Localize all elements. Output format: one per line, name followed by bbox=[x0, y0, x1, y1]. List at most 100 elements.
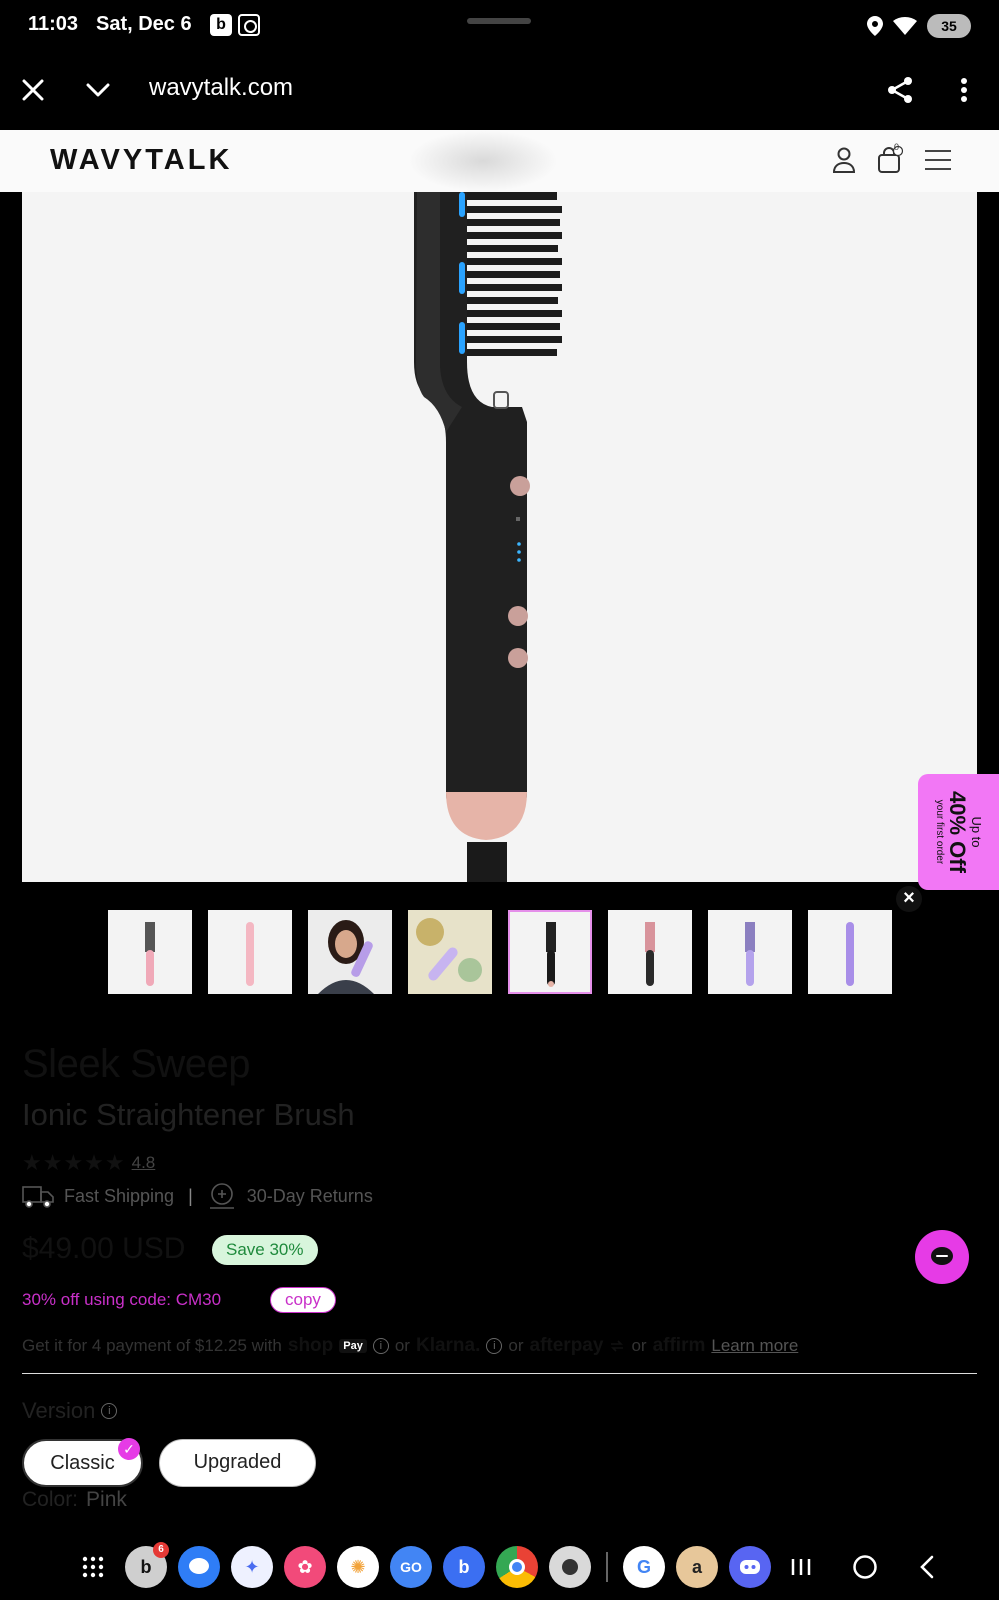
status-bar: 11:03 Sat, Dec 6 b 35 bbox=[0, 0, 999, 52]
url-text[interactable]: wavytalk.com bbox=[149, 74, 293, 102]
thumbnail-1[interactable] bbox=[108, 910, 192, 994]
version-option-upgraded[interactable]: Upgraded bbox=[159, 1439, 316, 1487]
product-main-image[interactable] bbox=[22, 192, 977, 882]
version-label-text: Version bbox=[22, 1398, 96, 1423]
booking-badge: 6 bbox=[153, 1542, 169, 1558]
color-value: Pink bbox=[86, 1488, 127, 1511]
purple-brush-thumb-icon bbox=[745, 922, 755, 986]
black-brush-thumb-icon bbox=[546, 922, 556, 987]
product-price: $49.00 USD bbox=[22, 1232, 186, 1265]
or-text-1: or bbox=[394, 1336, 410, 1355]
notch-indicator bbox=[467, 18, 531, 24]
chat-bubble-icon bbox=[931, 1247, 953, 1265]
cart-button[interactable]: 0 bbox=[874, 142, 906, 176]
benefits-separator: | bbox=[188, 1185, 193, 1206]
purple-brush-side-thumb-icon bbox=[846, 922, 854, 986]
wifi-icon bbox=[893, 17, 917, 35]
home-button[interactable] bbox=[844, 1546, 886, 1588]
promo-line-1: Up to bbox=[969, 816, 984, 848]
status-date: Sat, Dec 6 bbox=[96, 13, 192, 35]
thumbnail-2[interactable] bbox=[208, 910, 292, 994]
messages-app-icon[interactable] bbox=[178, 1546, 220, 1588]
discount-promo-tab[interactable]: Up to 40% Off your first order bbox=[918, 774, 999, 890]
google-app-icon[interactable]: G bbox=[623, 1546, 665, 1588]
gemini-app-icon[interactable]: ✦ bbox=[231, 1546, 273, 1588]
or-text-2: or bbox=[508, 1336, 524, 1355]
shop-pay-logo: shop bbox=[287, 1335, 334, 1356]
delivery-truck-icon bbox=[22, 1186, 54, 1208]
flower-app-icon[interactable]: ✿ bbox=[284, 1546, 326, 1588]
camera-app-icon[interactable] bbox=[549, 1546, 591, 1588]
returns-label: 30-Day Returns bbox=[246, 1185, 373, 1206]
thumbnail-7[interactable] bbox=[708, 910, 792, 994]
shopping-bag-icon bbox=[878, 146, 903, 173]
chat-button[interactable] bbox=[915, 1230, 969, 1284]
bluesky-app-icon[interactable]: b bbox=[443, 1546, 485, 1588]
share-button[interactable] bbox=[880, 70, 920, 110]
cart-count: 0 bbox=[894, 142, 900, 152]
app-drawer-icon[interactable] bbox=[72, 1546, 114, 1588]
rose-brush-thumb-icon bbox=[645, 922, 655, 986]
promo-line-3: your first order bbox=[934, 799, 945, 865]
affirm-logo: affirm bbox=[652, 1335, 706, 1356]
payment-prefix-text: Get it for 4 payment of $12.25 with bbox=[22, 1336, 282, 1355]
product-subtitle: Ionic Straightener Brush bbox=[22, 1097, 355, 1132]
color-row: Color: Pink bbox=[22, 1488, 127, 1512]
back-chevron-icon bbox=[920, 1555, 934, 1579]
dock-separator bbox=[606, 1552, 608, 1582]
version-label: Version i bbox=[22, 1398, 118, 1424]
header-image-shadow bbox=[408, 130, 558, 192]
rating-row[interactable]: ★★★★★ 4.8 bbox=[22, 1150, 155, 1176]
wavytalk-logo[interactable]: WAVYTALK bbox=[50, 144, 232, 177]
amazon-app-icon[interactable]: a bbox=[676, 1546, 718, 1588]
chrome-app-icon[interactable] bbox=[496, 1546, 538, 1588]
promo-close-button[interactable]: × bbox=[896, 886, 922, 912]
go-app-icon[interactable]: GO bbox=[390, 1546, 432, 1588]
rating-value[interactable]: 4.8 bbox=[132, 1153, 156, 1173]
or-text-3: or bbox=[631, 1336, 647, 1355]
thumbnail-5-selected[interactable] bbox=[508, 910, 592, 994]
more-vertical-icon bbox=[961, 78, 967, 102]
collapse-button[interactable] bbox=[78, 70, 118, 110]
copy-code-button[interactable]: copy bbox=[270, 1287, 336, 1313]
shop-pay-box: Pay bbox=[339, 1339, 367, 1353]
thumbnail-6[interactable] bbox=[608, 910, 692, 994]
fast-shipping-label: Fast Shipping bbox=[64, 1185, 175, 1206]
promo-line-2: 40% Off bbox=[945, 791, 970, 873]
account-button[interactable] bbox=[828, 144, 860, 176]
more-options-button[interactable] bbox=[944, 70, 984, 110]
pink-brush-side-thumb-icon bbox=[246, 922, 254, 986]
klarna-logo: Klarna. bbox=[415, 1335, 481, 1356]
learn-more-link[interactable]: Learn more bbox=[711, 1336, 798, 1356]
shop-pay-info-icon[interactable]: i bbox=[372, 1338, 389, 1354]
thumbnail-8[interactable] bbox=[808, 910, 892, 994]
recent-apps-button[interactable] bbox=[780, 1546, 822, 1588]
version-info-icon[interactable]: i bbox=[101, 1403, 118, 1419]
close-tab-button[interactable] bbox=[13, 70, 53, 110]
afterpay-logo: afterpay bbox=[529, 1335, 604, 1356]
color-label: Color: bbox=[22, 1488, 79, 1511]
back-button[interactable] bbox=[906, 1546, 948, 1588]
status-icons: 35 bbox=[867, 14, 971, 38]
browser-toolbar: wavytalk.com bbox=[0, 52, 999, 130]
klarna-info-icon[interactable]: i bbox=[486, 1338, 503, 1354]
selected-check-icon: ✓ bbox=[118, 1438, 140, 1460]
android-nav-bar: b6 ✦ ✿ ✺ GO b G a bbox=[0, 1532, 999, 1600]
menu-button[interactable] bbox=[922, 144, 954, 176]
benefits-row: Fast Shipping | 30-Day Returns bbox=[22, 1182, 373, 1210]
close-icon bbox=[22, 79, 44, 101]
booking-app-icon[interactable]: b6 bbox=[125, 1542, 169, 1588]
thumbnail-4[interactable] bbox=[408, 910, 492, 994]
booking-notification-icon: b bbox=[210, 14, 232, 36]
photos-app-icon[interactable]: ✺ bbox=[337, 1546, 379, 1588]
recents-icon bbox=[791, 1559, 811, 1575]
section-divider bbox=[22, 1373, 977, 1374]
hamburger-menu-icon bbox=[925, 150, 951, 170]
user-icon bbox=[833, 147, 855, 173]
star-rating-icon: ★★★★★ bbox=[22, 1150, 126, 1175]
chevron-down-icon bbox=[86, 83, 110, 97]
discord-app-icon[interactable] bbox=[729, 1546, 771, 1588]
promo-code-text: 30% off using code: CM30 bbox=[22, 1290, 222, 1309]
instagram-notification-icon bbox=[238, 14, 260, 36]
thumbnail-3[interactable] bbox=[308, 910, 392, 994]
